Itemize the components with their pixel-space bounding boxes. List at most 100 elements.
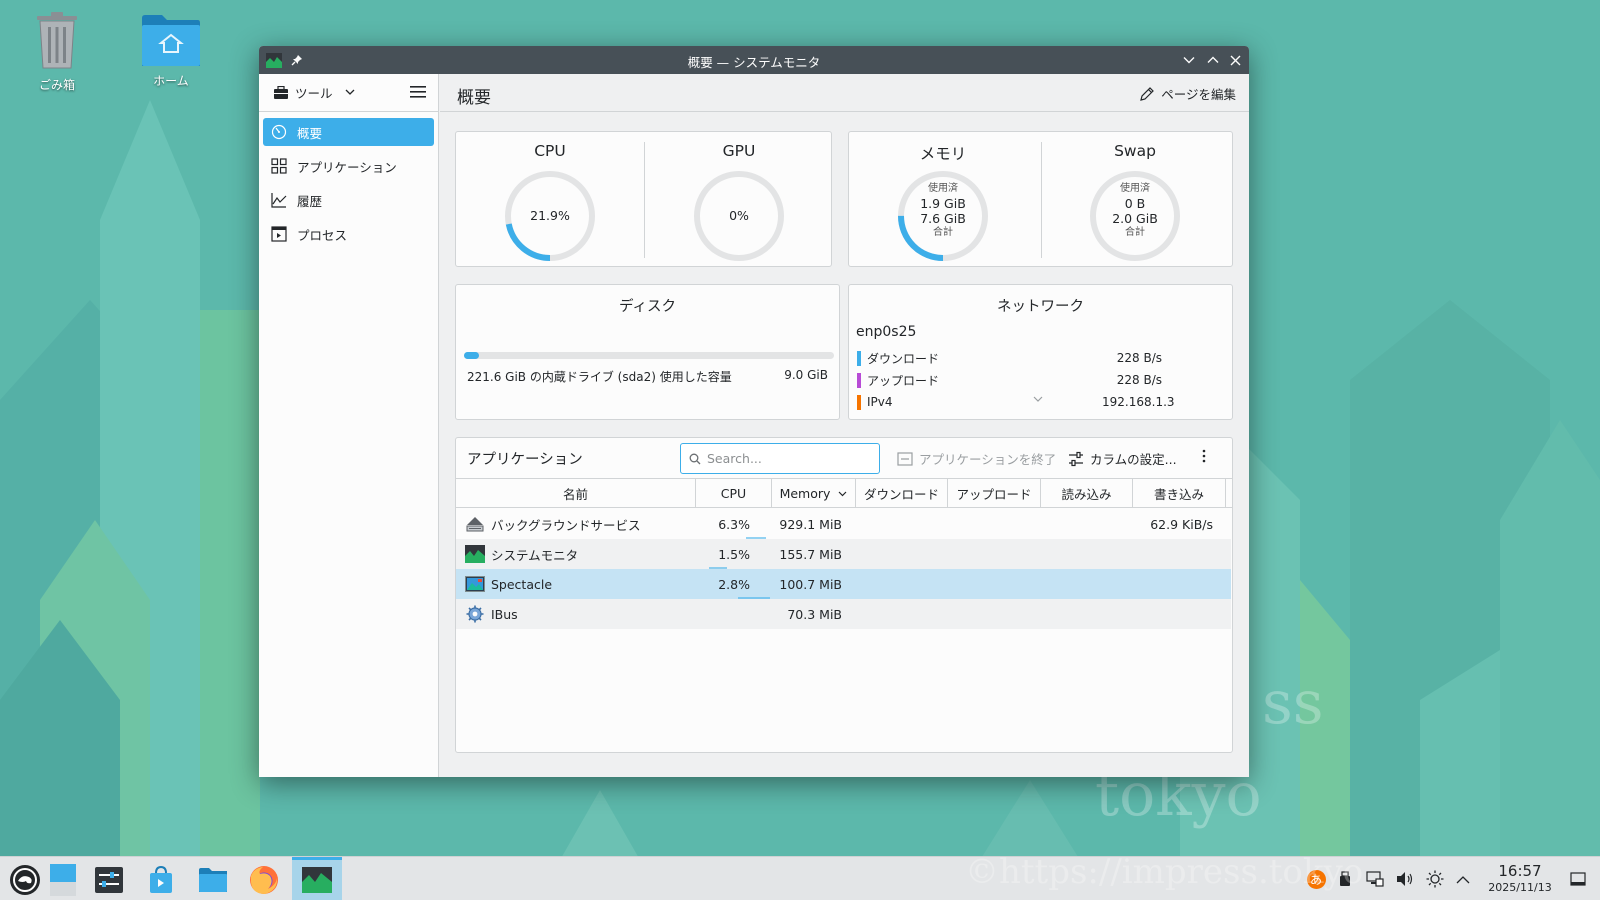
network-tray[interactable] [1365, 869, 1385, 889]
close-button[interactable] [1225, 50, 1245, 70]
sidebar-item-history[interactable]: 履歴 [263, 186, 434, 214]
table-row[interactable]: Spectacle 2.8% 100.7 MiB [456, 569, 1231, 599]
network-upload-row: アップロード 228 B/s [857, 371, 1162, 389]
tools-label: ツール [295, 86, 333, 101]
clock-time: 16:57 [1498, 862, 1542, 880]
sidebar-item-label: 概要 [297, 125, 323, 141]
digital-clock[interactable]: 16:57 2025/11/13 [1480, 862, 1560, 894]
search-field[interactable] [680, 443, 880, 474]
speaker-icon [1397, 872, 1413, 886]
column-header-write[interactable]: 書き込み [1133, 479, 1226, 508]
overview-icon [271, 124, 287, 140]
disk-usage-fill [464, 352, 479, 359]
maximize-button[interactable] [1203, 50, 1223, 70]
disk-label: 221.6 GiB の内蔵ドライブ (sda2) 使用した容量 [467, 370, 732, 384]
home-folder-icon [142, 15, 200, 66]
upload-value: 228 B/s [1116, 373, 1162, 387]
app-memory: 100.7 MiB [779, 576, 842, 592]
desktop-home[interactable]: ホーム [126, 12, 216, 89]
gpu-title: GPU [722, 142, 756, 160]
main-content: 概要 ページを編集 CPU 21.9% GPU 0% メモリ 使用済 1.9 G… [440, 74, 1249, 777]
table-row[interactable]: IBus 70.3 MiB [456, 599, 1231, 629]
clock-date: 2025/11/13 [1488, 881, 1552, 894]
search-input[interactable] [707, 451, 867, 466]
app-memory: 155.7 MiB [779, 546, 842, 562]
disk-usage-bar [464, 352, 834, 359]
app-memory: 70.3 MiB [787, 606, 842, 622]
column-header-download[interactable]: ダウンロード [856, 479, 948, 508]
taskbar-system-monitor-button[interactable] [300, 863, 334, 897]
memory-values: 使用済 1.9 GiB 7.6 GiB 合計 [920, 183, 966, 238]
column-header-cpu[interactable]: CPU [696, 479, 772, 508]
window-title: 概要 — システムモニタ [687, 55, 821, 70]
network-title: ネットワーク [997, 299, 1084, 315]
hamburger-menu-button[interactable] [410, 85, 426, 103]
sidebar: ツール 概要 アプリケーション 履歴 プロセス [259, 74, 439, 777]
app-name: システムモニタ [491, 547, 579, 563]
show-desktop-button[interactable] [1568, 869, 1588, 889]
column-header-memory[interactable]: Memory [772, 479, 856, 508]
network-ipv4-row: IPv4 192.168.1.3 [857, 393, 1175, 411]
home-label: ホーム [153, 74, 189, 88]
table-row[interactable]: システムモニタ 1.5% 155.7 MiB [456, 539, 1231, 569]
sidebar-item-label: アプリケーション [297, 159, 397, 175]
titlebar[interactable]: 概要 — システムモニタ [259, 46, 1249, 74]
tools-menu-button[interactable]: ツール [273, 83, 355, 102]
taskbar-settings-button[interactable] [92, 863, 126, 897]
sidebar-item-label: プロセス [297, 227, 348, 243]
system-monitor-icon [465, 545, 485, 563]
chart-icon [271, 193, 287, 208]
search-icon [689, 453, 701, 464]
dolphin-icon [199, 868, 227, 892]
network-wired-icon [1366, 871, 1384, 887]
chevron-down-icon[interactable] [1033, 396, 1043, 403]
upload-label: アップロード [867, 373, 940, 388]
configure-columns-button[interactable]: カラムの設定... [1068, 449, 1177, 468]
sidebar-item-overview[interactable]: 概要 [263, 118, 434, 146]
taskbar-desktop-button[interactable] [46, 863, 80, 897]
background-services-icon [466, 517, 484, 532]
sidebar-item-applications[interactable]: アプリケーション [263, 152, 434, 180]
desktop-icon [50, 864, 76, 896]
desktop-trash[interactable]: ごみ箱 [12, 10, 102, 93]
volume-tray[interactable] [1395, 869, 1415, 889]
firefox-icon [250, 866, 278, 894]
more-options-button[interactable] [1202, 449, 1206, 463]
column-header-name[interactable]: 名前 [456, 479, 696, 508]
app-memory: 929.1 MiB [779, 516, 842, 532]
app-cpu: 6.3% [718, 516, 750, 532]
applications-toolbar: アプリケーション アプリケーションを終了 カラムの設定... [456, 438, 1232, 478]
edit-page-label: ページを編集 [1161, 87, 1236, 102]
sidebar-item-processes[interactable]: プロセス [263, 220, 434, 248]
memory-title: メモリ [919, 145, 967, 163]
brightness-tray[interactable] [1425, 869, 1445, 889]
main-header: 概要 ページを編集 [440, 74, 1249, 112]
column-header-read[interactable]: 読み込み [1041, 479, 1133, 508]
table-row[interactable]: バックグラウンドサービス 6.3% 929.1 MiB 62.9 KiB/s [456, 509, 1231, 539]
taskbar-firefox-button[interactable] [247, 863, 281, 897]
memory-header-label: Memory [779, 486, 831, 501]
application-launcher-button[interactable] [8, 863, 42, 897]
discover-icon [150, 865, 172, 893]
configure-columns-label: カラムの設定... [1090, 452, 1177, 467]
download-label: ダウンロード [867, 351, 940, 366]
end-application-button[interactable]: アプリケーションを終了 [897, 449, 1056, 468]
end-application-label: アプリケーションを終了 [919, 452, 1057, 467]
disk-card: ディスク 221.6 GiB の内蔵ドライブ (sda2) 使用した容量 9.0… [455, 284, 840, 420]
table-header: 名前 CPU Memory ダウンロード アップロード 読み込み 書き込み [456, 478, 1232, 508]
pencil-icon [1140, 86, 1155, 101]
edit-page-button[interactable]: ページを編集 [1139, 84, 1236, 103]
taskbar-discover-button[interactable] [144, 863, 178, 897]
memory-swap-card: メモリ 使用済 1.9 GiB 7.6 GiB 合計 Swap 使用済 0 B … [848, 131, 1233, 267]
ipv4-label: IPv4 [867, 395, 893, 409]
applications-title: アプリケーション [467, 452, 583, 468]
taskbar-dolphin-button[interactable] [196, 863, 230, 897]
hamburger-icon [410, 86, 426, 98]
applications-card: アプリケーション アプリケーションを終了 カラムの設定... [455, 437, 1233, 753]
column-header-upload[interactable]: アップロード [948, 479, 1041, 508]
tray-expander[interactable] [1453, 869, 1473, 889]
minimize-button[interactable] [1179, 50, 1199, 70]
swap-values: 使用済 0 B 2.0 GiB 合計 [1112, 183, 1158, 238]
system-monitor-icon [302, 867, 332, 893]
cpu-value: 21.9% [530, 208, 570, 223]
